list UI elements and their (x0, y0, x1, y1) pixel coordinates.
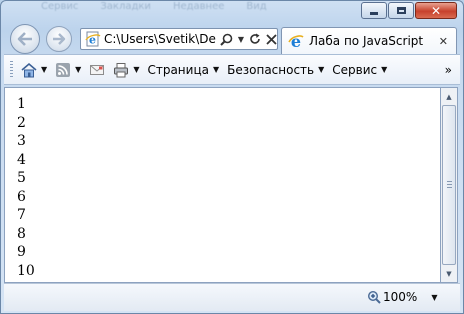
address-bar[interactable]: e C:\Users\Svetik\Des ▼ (80, 28, 278, 50)
search-icon[interactable] (220, 33, 233, 46)
chevron-down-icon: ▼ (381, 65, 388, 74)
home-icon (21, 62, 37, 77)
maximize-icon (396, 7, 406, 14)
chevron-down-icon[interactable]: ▼ (41, 65, 47, 74)
content-line: 4 (17, 151, 26, 168)
ghost-menu-item: Недавнее (172, 1, 225, 12)
tools-menu[interactable]: Сервис ▼ (332, 63, 387, 77)
ghost-menu-item: Закладки (100, 1, 151, 12)
chevron-down-icon[interactable]: ▼ (431, 293, 437, 302)
overflow-chevron-icon[interactable]: » (445, 63, 452, 77)
tab-active[interactable]: e Лаба по JavaScript ✕ (281, 27, 457, 54)
safety-menu[interactable]: Безопасность ▼ (227, 63, 324, 77)
maximize-button[interactable] (388, 2, 414, 19)
mail-button[interactable] (89, 62, 105, 78)
ghost-menu-item: Вид (246, 1, 267, 12)
page-menu[interactable]: Страница ▼ (147, 63, 219, 77)
refresh-icon[interactable] (249, 33, 261, 45)
zoom-level: 100% (383, 290, 418, 304)
scrollbar-thumb[interactable] (442, 105, 456, 265)
safety-menu-label: Безопасность (227, 62, 315, 77)
ie-page-icon: e (85, 31, 101, 46)
address-dropdown-icon[interactable]: ▼ (238, 35, 244, 44)
command-bar: ▼ ▼ ▼ Страница ▼ Безопасность ▼ Сервис ▼… (4, 54, 460, 85)
page-menu-label: Страница (147, 62, 209, 77)
content-line: 8 (17, 225, 26, 242)
feeds-button[interactable]: ▼ (55, 62, 81, 78)
back-button[interactable] (10, 24, 40, 54)
stop-icon[interactable] (266, 33, 277, 45)
back-arrow-icon (17, 32, 32, 46)
print-button[interactable]: ▼ (113, 62, 139, 78)
ie-logo-icon: e (288, 33, 304, 49)
address-url[interactable]: C:\Users\Svetik\Des (104, 32, 216, 46)
content-line: 3 (17, 133, 26, 149)
rss-feed-icon (56, 62, 71, 77)
number-list: 1 2 3 4 5 6 7 8 9 10 (17, 95, 440, 280)
forward-button[interactable] (46, 26, 72, 52)
content-line: 9 (17, 244, 26, 260)
title-bar-ghost-menu: Сервис Закладки Недавнее Вид (41, 1, 267, 15)
content-line: 7 (17, 207, 26, 223)
minimize-button[interactable] (361, 2, 387, 19)
tools-menu-label: Сервис (332, 62, 378, 77)
window-controls: ✕ (361, 2, 457, 19)
home-button[interactable]: ▼ (21, 62, 47, 78)
content-line: 10 (17, 262, 35, 279)
ghost-menu-item: Сервис (41, 1, 79, 12)
status-bar: 100% ▼ (4, 283, 460, 311)
address-tools: ▼ (220, 33, 277, 46)
content-line: 2 (17, 114, 26, 131)
tab-close-icon[interactable]: ✕ (439, 35, 448, 48)
vertical-scrollbar[interactable]: ▲ ▼ (441, 87, 458, 283)
scroll-down-arrow-icon[interactable]: ▼ (441, 265, 457, 282)
chevron-down-icon[interactable]: ▼ (133, 65, 139, 74)
mail-icon (90, 64, 105, 75)
scrollbar-grip-icon (447, 181, 452, 188)
content-line: 6 (17, 188, 26, 205)
chevron-down-icon[interactable]: ▼ (75, 65, 81, 74)
toolbar-grip[interactable] (10, 60, 13, 79)
page-content: 1 2 3 4 5 6 7 8 9 10 (4, 87, 441, 283)
forward-arrow-icon (53, 33, 66, 45)
close-window-button[interactable]: ✕ (415, 2, 457, 19)
printer-icon (114, 62, 129, 77)
chevron-down-icon: ▼ (212, 65, 220, 74)
tab-title: Лаба по JavaScript (309, 34, 424, 48)
content-line: 1 (17, 96, 26, 112)
scroll-up-arrow-icon[interactable]: ▲ (441, 88, 457, 105)
browser-window: Сервис Закладки Недавнее Вид ✕ e C:\User… (0, 0, 464, 314)
minimize-icon (370, 12, 378, 15)
chevron-down-icon: ▼ (318, 65, 325, 74)
content-line: 5 (17, 170, 26, 186)
close-icon: ✕ (430, 3, 442, 18)
zoom-icon (367, 290, 381, 304)
zoom-control[interactable]: 100% ▼ (367, 290, 437, 304)
